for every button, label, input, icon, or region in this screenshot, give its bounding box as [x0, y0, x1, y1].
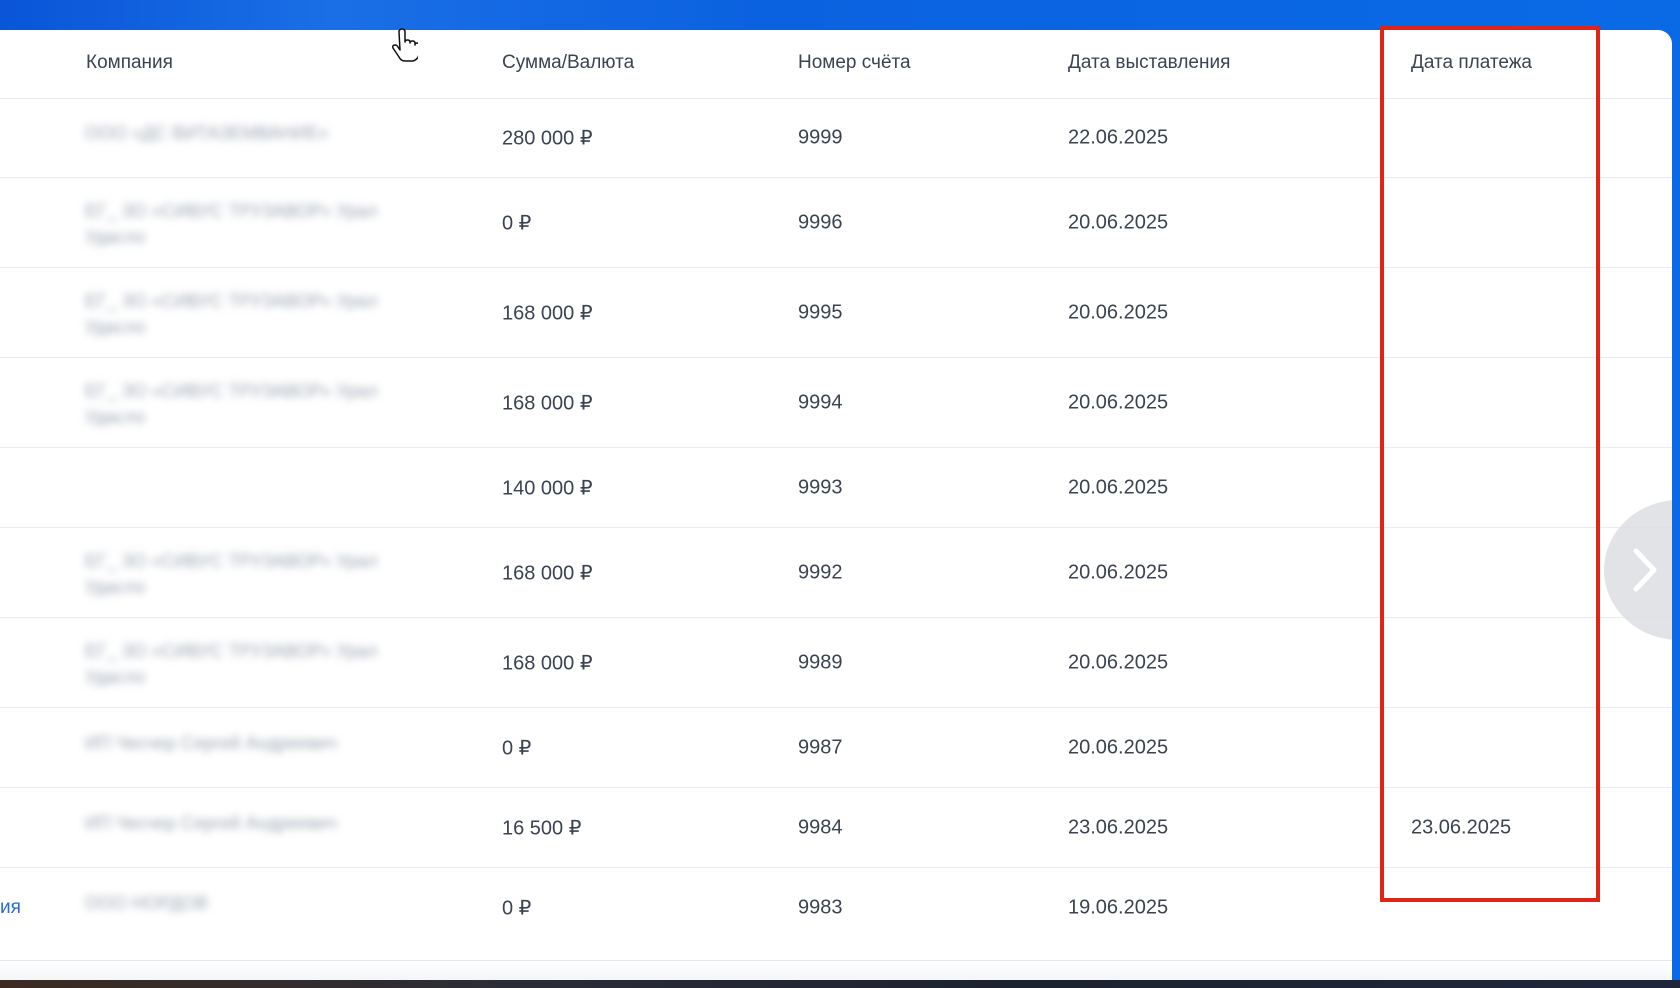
company-cell: ООО «ДС ВИТАЗЕМВАНИЕ»: [85, 123, 329, 143]
amount-cell: 140 000 ₽: [502, 477, 593, 500]
company-cell: ЕГ_ ЗО «СИВУС ТРУЗАВОР» Урал Удасло: [85, 551, 378, 597]
header-invoice-number[interactable]: Номер счёта: [798, 52, 911, 74]
issue-date-cell: 20.06.2025: [1068, 651, 1169, 674]
table-row[interactable]: ЕГ_ ЗО «СИВУС ТРУЗАВОР» Урал Удасло 168 …: [0, 618, 1672, 708]
amount-cell: 168 000 ₽: [502, 302, 593, 325]
invoice-number-cell: 9992: [798, 561, 843, 584]
company-cell: ЕГ_ ЗО «СИВУС ТРУЗАВОР» Урал Удасло: [85, 291, 378, 337]
table-row[interactable]: ия ООО НОРДОВ 0 ₽ 9983 19.06.2025: [0, 868, 1672, 947]
issue-date-cell: 22.06.2025: [1068, 126, 1169, 149]
header-company[interactable]: Компания: [86, 52, 173, 74]
table-row[interactable]: ИП Чесчер Сергей Андреевич 16 500 ₽ 9984…: [0, 788, 1672, 868]
company-cell: ЕГ_ ЗО «СИВУС ТРУЗАВОР» Урал Удасло: [85, 381, 378, 427]
payment-date-cell: 23.06.2025: [1411, 816, 1512, 839]
amount-cell: 280 000 ₽: [502, 127, 593, 150]
table-row[interactable]: ООО «ДС ВИТАЗЕМВАНИЕ» 280 000 ₽ 9999 22.…: [0, 98, 1672, 178]
issue-date-cell: 23.06.2025: [1068, 816, 1169, 839]
invoice-number-cell: 9996: [798, 211, 843, 234]
issue-date-cell: 20.06.2025: [1068, 301, 1169, 324]
table-row[interactable]: ЕГ_ ЗО «СИВУС ТРУЗАВОР» Урал Удасло 168 …: [0, 358, 1672, 448]
issue-date-cell: 20.06.2025: [1068, 391, 1169, 414]
header-amount[interactable]: Сумма/Валюта: [502, 52, 634, 74]
invoice-number-cell: 9995: [798, 301, 843, 324]
company-cell: ИП Чесчер Сергей Андреевич: [85, 813, 337, 833]
hand-pointer-icon: [392, 28, 418, 62]
invoice-number-cell: 9989: [798, 651, 843, 674]
table-row[interactable]: 140 000 ₽ 9993 20.06.2025: [0, 448, 1672, 528]
table-row[interactable]: ЕГ_ ЗО «СИВУС ТРУЗАВОР» Урал Удасло 168 …: [0, 528, 1672, 618]
amount-cell: 0 ₽: [502, 737, 532, 760]
table-header: Компания Сумма/Валюта Номер счёта Дата в…: [0, 30, 1672, 99]
company-cell: ИП Чесчер Сергей Андреевич: [85, 733, 337, 753]
invoice-number-cell: 9994: [798, 391, 843, 414]
header-payment-date[interactable]: Дата платежа: [1411, 52, 1532, 74]
scroll-shadow: [0, 960, 1672, 980]
table-row[interactable]: ЕГ_ ЗО «СИВУС ТРУЗАВОР» Урал Удасло 0 ₽ …: [0, 178, 1672, 268]
issue-date-cell: 20.06.2025: [1068, 561, 1169, 584]
invoices-table-card: Компания Сумма/Валюта Номер счёта Дата в…: [0, 30, 1672, 980]
amount-cell: 168 000 ₽: [502, 652, 593, 675]
invoice-number-cell: 9999: [798, 126, 843, 149]
amount-cell: 168 000 ₽: [502, 562, 593, 585]
amount-cell: 0 ₽: [502, 212, 532, 235]
amount-cell: 0 ₽: [502, 897, 532, 920]
invoice-number-cell: 9983: [798, 896, 843, 919]
issue-date-cell: 20.06.2025: [1068, 211, 1169, 234]
company-cell: ООО НОРДОВ: [85, 893, 209, 913]
invoice-number-cell: 9984: [798, 816, 843, 839]
issue-date-cell: 19.06.2025: [1068, 896, 1169, 919]
chevron-right-icon: [1633, 548, 1657, 592]
invoice-number-cell: 9987: [798, 736, 843, 759]
invoice-number-cell: 9993: [798, 476, 843, 499]
company-cell: ЕГ_ ЗО «СИВУС ТРУЗАВОР» Урал Удасло: [85, 201, 378, 247]
amount-cell: 168 000 ₽: [502, 392, 593, 415]
row-action-link[interactable]: ия: [0, 897, 21, 919]
table-row[interactable]: ИП Чесчер Сергей Андреевич 0 ₽ 9987 20.0…: [0, 708, 1672, 788]
issue-date-cell: 20.06.2025: [1068, 736, 1169, 759]
desktop-dock-edge: [0, 980, 1680, 988]
header-issue-date[interactable]: Дата выставления: [1068, 52, 1230, 74]
company-cell: ЕГ_ ЗО «СИВУС ТРУЗАВОР» Урал Удасло: [85, 641, 378, 687]
amount-cell: 16 500 ₽: [502, 817, 582, 840]
table-row[interactable]: ЕГ_ ЗО «СИВУС ТРУЗАВОР» Урал Удасло 168 …: [0, 268, 1672, 358]
issue-date-cell: 20.06.2025: [1068, 476, 1169, 499]
